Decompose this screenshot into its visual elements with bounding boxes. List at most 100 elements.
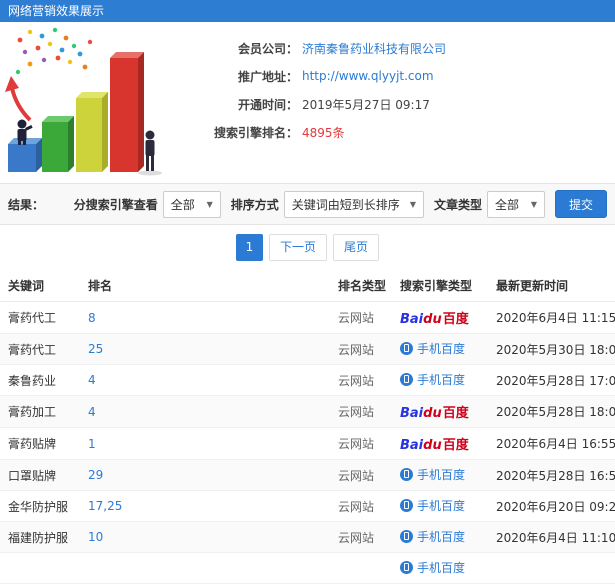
update-time-cell: 2020年6月20日 09:25 <box>488 490 615 522</box>
keyword-cell <box>0 552 80 584</box>
engine-cell: Baidu百度 <box>392 301 488 334</box>
rank-cell[interactable]: 25 <box>80 333 330 365</box>
rank-type-cell: 云网站 <box>330 459 392 491</box>
keyword-cell: 膏药代工 <box>0 333 80 365</box>
update-time-cell: 2020年6月4日 16:55 <box>488 427 615 460</box>
promotion-url-label: 推广地址： <box>237 69 298 84</box>
mobile-baidu-logo: 手机百度 <box>400 528 465 545</box>
result-label: 结果： <box>8 197 45 212</box>
promotion-url-link[interactable]: http://www.qlyyjt.com <box>302 69 434 83</box>
mobile-baidu-logo: 手机百度 <box>400 559 465 576</box>
mobile-phone-icon <box>400 561 413 574</box>
header-keyword: 关键词 <box>0 270 80 302</box>
mobile-baidu-logo: 手机百度 <box>400 340 465 357</box>
rank-cell[interactable] <box>80 552 330 584</box>
member-info-fields: 会员公司： 济南秦鲁药业科技有限公司 推广地址： http://www.qlyy… <box>178 22 615 183</box>
keyword-cell: 秦鲁药业 <box>0 364 80 396</box>
table-header-row: 关键词 排名 排名类型 搜索引擎类型 最新更新时间 <box>0 270 615 302</box>
page-title: 网络营销效果展示 <box>8 4 105 18</box>
growth-arrow <box>5 76 32 122</box>
open-time-row: 开通时间： 2019年5月27日 09:17 <box>178 90 615 118</box>
pagination: 1 下一页 尾页 <box>0 225 615 270</box>
engine-cell: Baidu百度 <box>392 427 488 460</box>
table-row: 口罩贴牌 29 云网站 手机百度 2020年5月28日 16:55 <box>0 459 615 491</box>
engine-filter-label: 分搜索引擎查看 <box>73 197 158 212</box>
update-time-cell <box>488 552 615 584</box>
article-type-select[interactable]: 全部 ▼ <box>486 190 545 218</box>
article-type-value: 全部 <box>494 197 519 212</box>
sort-filter-select[interactable]: 关键词由短到长排序 ▼ <box>283 190 424 218</box>
rank-cell[interactable]: 8 <box>80 301 330 334</box>
table-row: 手机百度 <box>0 552 615 584</box>
rank-cell[interactable]: 10 <box>80 521 330 553</box>
engine-cell: 手机百度 <box>392 333 488 365</box>
mobile-phone-icon <box>400 373 413 386</box>
submit-button[interactable]: 提交 <box>554 190 607 218</box>
engine-cell: 手机百度 <box>392 459 488 491</box>
update-time-cell: 2020年6月4日 11:15 <box>488 301 615 334</box>
rank-type-cell: 云网站 <box>330 395 392 428</box>
mobile-phone-icon <box>400 468 413 481</box>
company-link[interactable]: 济南秦鲁药业科技有限公司 <box>302 40 446 57</box>
table-row: 膏药代工 25 云网站 手机百度 2020年5月30日 18:06 <box>0 333 615 365</box>
rank-type-cell: 云网站 <box>330 301 392 334</box>
company-row: 会员公司： 济南秦鲁药业科技有限公司 <box>178 34 615 62</box>
chevron-down-icon: ▼ <box>409 199 416 209</box>
member-info-panel: 会员公司： 济南秦鲁药业科技有限公司 推广地址： http://www.qlyy… <box>0 22 615 183</box>
update-time-cell: 2020年5月30日 18:06 <box>488 333 615 365</box>
marketing-clipart <box>0 22 178 183</box>
rank-type-cell: 云网站 <box>330 521 392 553</box>
keyword-cell: 膏药贴牌 <box>0 427 80 460</box>
engine-cell: 手机百度 <box>392 521 488 553</box>
rank-type-cell: 云网站 <box>330 490 392 522</box>
baidu-logo: Baidu百度 <box>400 312 469 327</box>
keyword-cell: 膏药加工 <box>0 395 80 428</box>
mobile-phone-icon <box>400 499 413 512</box>
table-row: 膏药代工 8 云网站 Baidu百度 2020年6月4日 11:15 <box>0 301 615 334</box>
engine-rank-label: 搜索引擎排名： <box>213 125 298 140</box>
rank-cell[interactable]: 1 <box>80 427 330 460</box>
engine-cell: 手机百度 <box>392 552 488 584</box>
table-row: 膏药加工 4 云网站 Baidu百度 2020年5月28日 18:03 <box>0 395 615 428</box>
chevron-down-icon: ▼ <box>530 199 537 209</box>
update-time-cell: 2020年6月4日 11:10 <box>488 521 615 553</box>
results-table: 关键词 排名 排名类型 搜索引擎类型 最新更新时间 膏药代工 8 云网站 Bai… <box>0 270 615 584</box>
rank-cell[interactable]: 17,25 <box>80 490 330 522</box>
next-page-button[interactable]: 下一页 <box>268 234 327 261</box>
baidu-logo: Baidu百度 <box>400 406 469 421</box>
keyword-cell: 膏药代工 <box>0 301 80 334</box>
rank-cell[interactable]: 4 <box>80 364 330 396</box>
open-time-label: 开通时间： <box>237 97 298 112</box>
open-time-value: 2019年5月27日 09:17 <box>302 97 430 112</box>
sort-filter-value: 关键词由短到长排序 <box>291 197 400 212</box>
mobile-phone-icon <box>400 342 413 355</box>
rank-cell[interactable]: 29 <box>80 459 330 491</box>
update-time-cell: 2020年5月28日 16:55 <box>488 459 615 491</box>
rank-cell[interactable]: 4 <box>80 395 330 428</box>
header-rank-type: 排名类型 <box>330 270 392 302</box>
page-title-bar: 网络营销效果展示 <box>0 0 615 22</box>
page-number-current[interactable]: 1 <box>235 234 263 261</box>
header-engine-type: 搜索引擎类型 <box>392 270 488 302</box>
engine-cell: 手机百度 <box>392 490 488 522</box>
engine-rank-count: 4895条 <box>302 125 345 140</box>
update-time-cell: 2020年5月28日 18:03 <box>488 395 615 428</box>
last-page-button[interactable]: 尾页 <box>333 234 380 261</box>
chart-bars <box>8 52 144 172</box>
header-rank: 排名 <box>80 270 330 302</box>
engine-filter-value: 全部 <box>170 197 195 212</box>
mobile-baidu-logo: 手机百度 <box>400 371 465 388</box>
confetti-dots <box>15 27 93 75</box>
rank-type-cell: 云网站 <box>330 427 392 460</box>
results-table-wrap: 关键词 排名 排名类型 搜索引擎类型 最新更新时间 膏药代工 8 云网站 Bai… <box>0 270 615 584</box>
filter-bar: 结果： 分搜索引擎查看 全部 ▼ 排序方式 关键词由短到长排序 ▼ 文章类型 全… <box>0 183 615 225</box>
engine-filter-select[interactable]: 全部 ▼ <box>162 190 221 218</box>
keyword-cell: 福建防护服 <box>0 521 80 553</box>
table-row: 秦鲁药业 4 云网站 手机百度 2020年5月28日 17:02 <box>0 364 615 396</box>
company-label: 会员公司： <box>237 41 298 56</box>
header-update-time: 最新更新时间 <box>488 270 615 302</box>
filter-group: 分搜索引擎查看 全部 ▼ 排序方式 关键词由短到长排序 ▼ 文章类型 全部 ▼ … <box>64 190 607 218</box>
engine-cell: 手机百度 <box>392 364 488 396</box>
chevron-down-icon: ▼ <box>206 199 213 209</box>
table-row: 膏药贴牌 1 云网站 Baidu百度 2020年6月4日 16:55 <box>0 427 615 460</box>
